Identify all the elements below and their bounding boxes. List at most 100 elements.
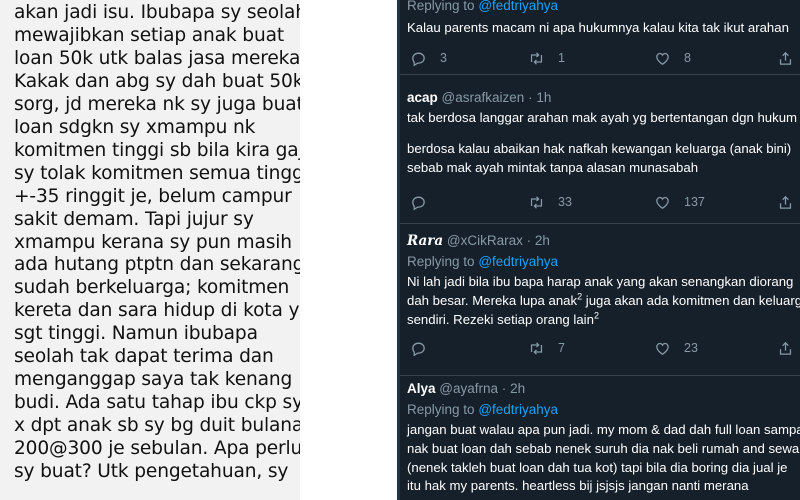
like-count: 137 [684, 195, 705, 209]
message-line: 200@300 je sebulan. Apa perlu [14, 438, 300, 460]
tweet-text-line: (nenek takleh buat loan dah tua kot) tap… [407, 459, 788, 475]
dot-separator: · [528, 90, 533, 105]
retweet-icon [530, 195, 543, 209]
share-button[interactable] [777, 48, 794, 68]
message-line: sorg, jd mereka nk sy juga buat [14, 93, 300, 115]
dot-separator: · [526, 233, 532, 248]
author-handle[interactable]: @ayafrna [439, 381, 498, 396]
reply-button[interactable] [410, 192, 427, 212]
tweet-actions: 33 137 [400, 192, 800, 212]
tweet-text-line: dah besar. Mereka lupa anak2 juga akan a… [407, 292, 800, 311]
tweet[interactable]: Replying to @fedtriyahya Kalau parents m… [400, 0, 800, 75]
message-line: komitmen tinggi sb bila kira gaji [14, 139, 300, 161]
tweet-text: Kalau parents macam ni apa hukumnya kala… [407, 19, 800, 38]
mention-link[interactable]: @fedtriyahya [478, 402, 558, 417]
replying-label: Replying to [407, 402, 475, 417]
tweet-actions: 3 1 8 [400, 48, 800, 68]
tweet-text: Ni lah jadi bila ibu bapa harap anak yan… [407, 273, 800, 329]
tweet-text: jangan buat walau apa pun jadi. my mom &… [407, 421, 800, 496]
mention-link[interactable]: @fedtriyahya [478, 254, 558, 269]
message-line: ada hutang ptptn dan sekarang [14, 254, 300, 276]
retweet-button[interactable]: 33 [528, 192, 572, 212]
share-button[interactable] [777, 338, 794, 358]
heart-icon [656, 342, 669, 355]
tweet-time[interactable]: 1h [536, 90, 551, 105]
like-count: 23 [684, 341, 698, 355]
replying-to: Replying to @fedtriyahya [407, 254, 558, 269]
tweet[interactable]: acap @asrafkaizen · 1h tak berdosa langg… [400, 74, 800, 224]
message-line: sudah berkeluarga; komitmen [14, 277, 290, 299]
separator-gap [300, 0, 397, 500]
tweet-header: acap @asrafkaizen · 1h [407, 90, 551, 105]
share-icon [779, 51, 792, 65]
tweet[interactable]: Rara @xCikRarax · 2h Replying to @fedtri… [400, 224, 800, 376]
message-line: xmampu kerana sy pun masih [14, 231, 292, 253]
mention-link[interactable]: @fedtriyahya [478, 0, 558, 13]
tweet-text-fragment: dah besar. Mereka lupa anak [407, 292, 578, 308]
message-line: budi. Ada satu tahap ibu ckp sy [14, 392, 300, 414]
reply-count: 3 [440, 51, 447, 65]
reply-button[interactable] [410, 338, 427, 358]
replying-to: Replying to @fedtriyahya [407, 402, 558, 417]
tweet[interactable]: Alya @ayafrna · 2h Replying to @fedtriya… [400, 376, 800, 500]
twitter-thread[interactable]: Replying to @fedtriyahya Kalau parents m… [397, 0, 800, 500]
author-name[interactable]: Rara [407, 233, 443, 249]
tweet-time[interactable]: 2h [510, 381, 525, 396]
message-line: sgt tinggi. Namun ibubapa [14, 323, 258, 345]
message-line: akan jadi isu. Ibubapa sy seolah [14, 2, 300, 23]
tweet-header: Rara @xCikRarax · 2h [407, 233, 550, 249]
tweet-text-line: itu hak my parents. heartless bij jsjsjs… [407, 478, 749, 494]
reply-icon [412, 52, 425, 66]
author-handle[interactable]: @asrafkaizen [442, 90, 525, 105]
like-button[interactable]: 8 [654, 48, 691, 68]
author-name[interactable]: acap [407, 90, 438, 105]
tweet-text-line: nak buat loan dah sebab nenek suruh dia … [407, 440, 800, 456]
tweet-text-line: tak berdosa langgar arahan mak ayah yg b… [407, 110, 798, 125]
author-name[interactable]: Alya [407, 381, 436, 396]
share-button[interactable] [777, 192, 794, 212]
retweet-count: 1 [558, 51, 565, 65]
replying-label: Replying to [407, 254, 475, 269]
message-line: sy tolak komitmen semua tinggal [14, 162, 300, 184]
message-line: mewajibkan setiap anak buat [14, 24, 284, 46]
reply-icon [412, 196, 425, 210]
message-line: loan 50k utk balas jasa mereka. [14, 47, 300, 69]
like-button[interactable]: 23 [654, 338, 698, 358]
retweet-button[interactable]: 7 [528, 338, 565, 358]
message-line: sy buat? Utk pengetahuan, sy [14, 461, 289, 483]
tweet-text: tak berdosa langgar arahan mak ayah yg b… [407, 109, 800, 177]
reply-icon [412, 342, 425, 356]
tweet-text-line: jangan buat walau apa pun jadi. my mom &… [407, 422, 800, 437]
retweet-button[interactable]: 1 [528, 48, 565, 68]
message-line: Kakak dan abg sy dah buat 50k [14, 70, 300, 92]
retweet-count: 33 [558, 195, 572, 209]
tweet-text-line: Kalau parents macam ni apa hukumnya kala… [407, 20, 789, 35]
message-line: seolah tak dapat terima dan [14, 346, 274, 368]
tweet-time[interactable]: 2h [535, 233, 550, 248]
retweet-icon [530, 51, 543, 65]
tweet-actions: 7 23 [400, 338, 800, 358]
like-button[interactable]: 137 [654, 192, 705, 212]
chat-message-text: akan jadi isu. Ibubapa sy seolah mewajib… [14, 2, 300, 484]
tweet-text-line: berdosa kalau abaikan hak nafkah kewanga… [407, 140, 792, 156]
chat-screenshot: akan jadi isu. Ibubapa sy seolah mewajib… [0, 0, 300, 500]
heart-icon [656, 196, 669, 209]
message-line: loan sdgkn sy xmampu nk [14, 116, 256, 138]
tweet-text-line: sebab mak ayah mintak tanpa alasan munas… [407, 159, 699, 175]
share-icon [779, 341, 792, 355]
reply-button[interactable]: 3 [410, 48, 447, 68]
tweet-text-fragment: sendiri. Rezeki setiap orang lain [407, 311, 594, 327]
superscript: 2 [593, 310, 599, 321]
share-icon [779, 195, 792, 209]
retweet-count: 7 [558, 341, 565, 355]
tweet-text-line: Ni lah jadi bila ibu bapa harap anak yan… [407, 274, 794, 289]
author-handle[interactable]: @xCikRarax [447, 233, 523, 248]
like-count: 8 [684, 51, 691, 65]
message-line: x dpt anak sb sy bg duit bulanan [14, 415, 300, 437]
tweet-text-fragment: juga akan ada komitmen dan keluarga [582, 292, 800, 308]
message-line: kereta dan sara hidup di kota yg [14, 300, 300, 322]
heart-icon [656, 52, 669, 65]
dot-separator: · [501, 381, 507, 396]
replying-label: Replying to [407, 0, 475, 13]
replying-to: Replying to @fedtriyahya [407, 0, 558, 13]
